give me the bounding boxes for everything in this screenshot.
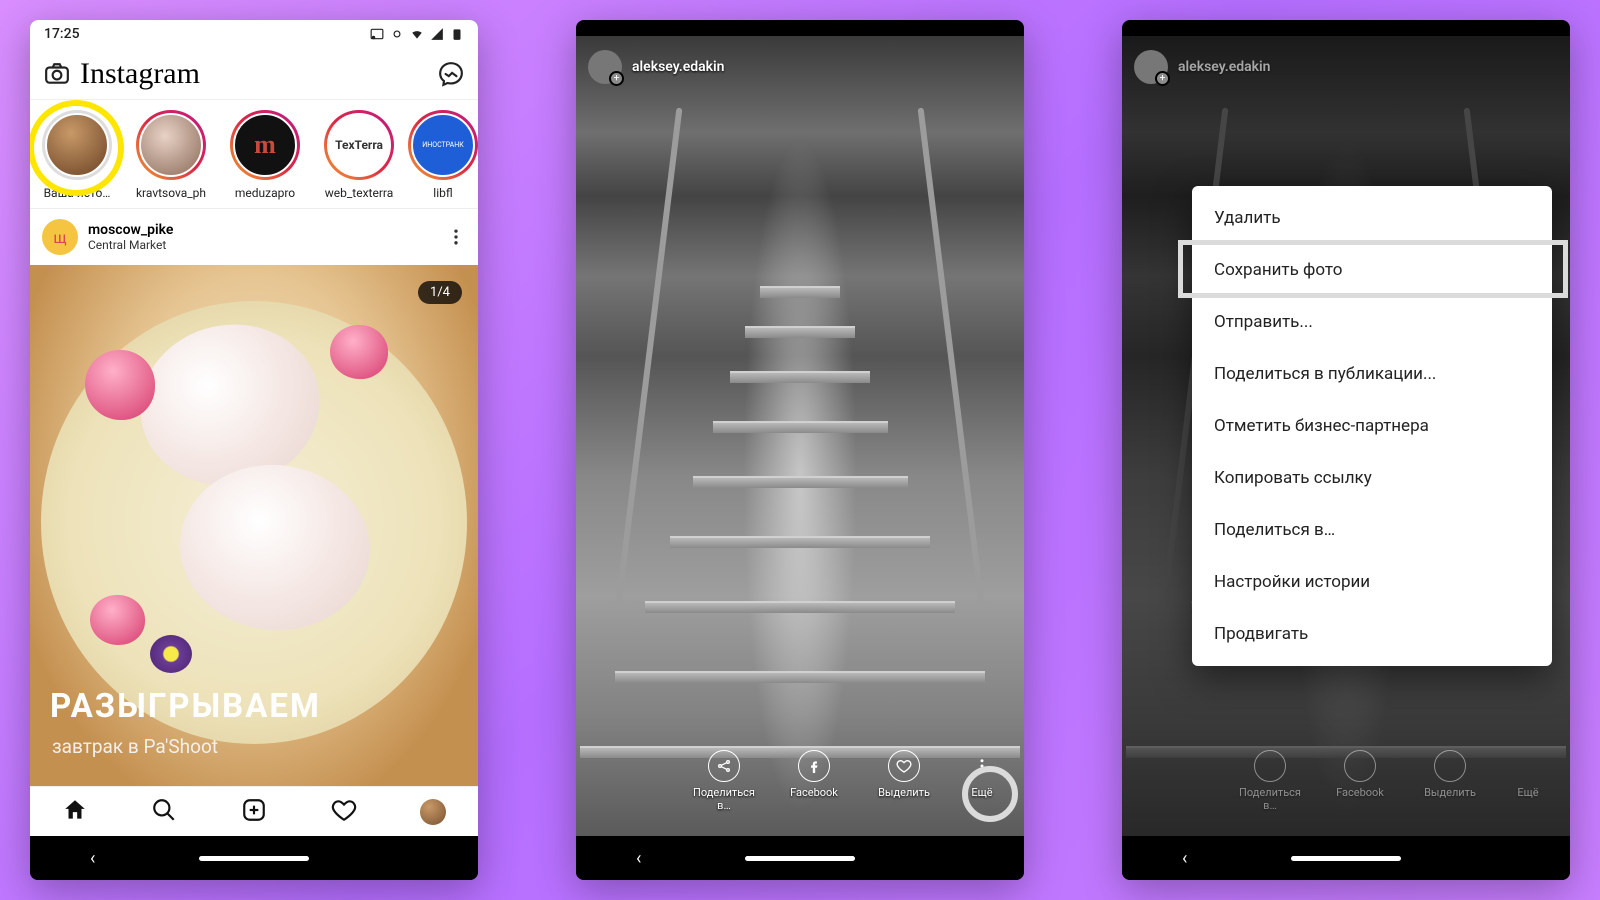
menu-item[interactable]: Отправить...: [1192, 296, 1552, 348]
messenger-icon[interactable]: [438, 61, 464, 87]
nav-home[interactable]: [62, 797, 88, 827]
facebook-icon: [798, 750, 830, 782]
system-nav: ‹: [1122, 836, 1570, 880]
story-item[interactable]: kravtsova_ph: [126, 110, 216, 200]
story-username: aleksey.edakin: [1178, 59, 1271, 75]
story-label: kravtsova_ph: [126, 186, 216, 200]
menu-item[interactable]: Сохранить фото: [1192, 244, 1552, 296]
system-home-pill[interactable]: [1291, 856, 1401, 861]
story-item-own[interactable]: Ваша исто…: [32, 110, 122, 200]
add-story-icon: +: [609, 71, 624, 86]
tutorial-highlight-ring: [962, 766, 1018, 822]
stories-tray[interactable]: Ваша исто… kravtsova_ph m meduzapro TexT…: [30, 100, 478, 209]
story-label: libfl: [408, 186, 478, 200]
story-action-bar: Поделиться в… Facebook Выделить Ещё: [576, 750, 1024, 812]
nav-search[interactable]: [151, 797, 177, 827]
context-menu: УдалитьСохранить фотоОтправить...Поделит…: [1192, 186, 1552, 666]
menu-item[interactable]: Удалить: [1192, 192, 1552, 244]
system-nav: ‹: [576, 836, 1024, 880]
story-item[interactable]: TexTerra web_texterra: [314, 110, 404, 200]
post-caption-line1: РАЗЫГРЫВАЕМ: [50, 687, 321, 726]
brightness-icon: [390, 27, 404, 41]
clock: 17:25: [44, 26, 80, 42]
nav-profile[interactable]: [420, 799, 446, 825]
facebook-button: Facebook: [1324, 750, 1396, 812]
status-icons: [370, 27, 464, 41]
menu-item[interactable]: Поделиться в…: [1192, 504, 1552, 556]
share-button[interactable]: Поделиться в…: [688, 750, 760, 812]
post-username[interactable]: moscow_pike: [88, 222, 446, 238]
menu-item[interactable]: Настройки истории: [1192, 556, 1552, 608]
system-home-pill[interactable]: [745, 856, 855, 861]
story-action-bar: Поделиться в… Facebook Выделить Ещё: [1122, 750, 1570, 812]
status-bar: 17:25: [30, 20, 478, 48]
camera-icon[interactable]: [44, 61, 70, 87]
share-icon: [708, 750, 740, 782]
menu-item[interactable]: Отметить бизнес-партнера: [1192, 400, 1552, 452]
story-header: + aleksey.edakin: [1134, 50, 1558, 84]
story-label: web_texterra: [314, 186, 404, 200]
screen-feed: 17:25 Instagram Ваша исто… kravtsova_ph …: [30, 20, 478, 880]
screen-story-menu: + aleksey.edakin Поделиться в… Facebook …: [1122, 20, 1570, 880]
post-location[interactable]: Central Market: [88, 238, 446, 252]
heart-icon: [888, 750, 920, 782]
story-item[interactable]: ИНОСТРАНК libfl: [408, 110, 478, 200]
carousel-counter: 1/4: [418, 281, 462, 304]
highlight-button[interactable]: Выделить: [868, 750, 940, 812]
nav-activity[interactable]: [331, 797, 357, 827]
story-content: + aleksey.edakin Поделиться в… Facebook …: [1122, 36, 1570, 836]
system-back-icon[interactable]: ‹: [1182, 848, 1187, 869]
post-caption-line2: завтрак в Pa'Shoot: [52, 735, 218, 758]
add-story-icon: +: [1155, 71, 1170, 86]
battery-icon: [450, 27, 464, 41]
screen-story-view: + aleksey.edakin Поделиться в… Facebook …: [576, 20, 1024, 880]
post-avatar[interactable]: щ: [42, 219, 78, 255]
menu-item[interactable]: Копировать ссылку: [1192, 452, 1552, 504]
menu-item[interactable]: Продвигать: [1192, 608, 1552, 660]
tutorial-highlight-ring: [30, 100, 124, 196]
post-header[interactable]: щ moscow_pike Central Market: [30, 209, 478, 265]
more-button: Ещё: [1504, 750, 1552, 812]
system-home-pill[interactable]: [199, 856, 309, 861]
post-image[interactable]: 1/4 РАЗЫГРЫВАЕМ завтрак в Pa'Shoot: [30, 265, 478, 786]
more-icon[interactable]: [446, 227, 466, 247]
story-avatar[interactable]: +: [588, 50, 622, 84]
app-logo: Instagram: [80, 57, 200, 91]
system-back-icon[interactable]: ‹: [636, 848, 641, 869]
chromecast-icon: [370, 27, 384, 41]
menu-item[interactable]: Поделиться в публикации...: [1192, 348, 1552, 400]
bottom-nav: [30, 786, 478, 836]
story-label: meduzapro: [220, 186, 310, 200]
facebook-button[interactable]: Facebook: [778, 750, 850, 812]
story-username[interactable]: aleksey.edakin: [632, 59, 725, 75]
app-header: Instagram: [30, 48, 478, 100]
system-back-icon[interactable]: ‹: [90, 848, 95, 869]
signal-icon: [430, 27, 444, 41]
highlight-button: Выделить: [1414, 750, 1486, 812]
share-button: Поделиться в…: [1234, 750, 1306, 812]
system-nav: ‹: [30, 836, 478, 880]
nav-add[interactable]: [241, 797, 267, 827]
story-content[interactable]: + aleksey.edakin Поделиться в… Facebook …: [576, 36, 1024, 836]
story-item[interactable]: m meduzapro: [220, 110, 310, 200]
story-header: + aleksey.edakin: [588, 50, 1012, 84]
wifi-icon: [410, 27, 424, 41]
story-avatar: +: [1134, 50, 1168, 84]
